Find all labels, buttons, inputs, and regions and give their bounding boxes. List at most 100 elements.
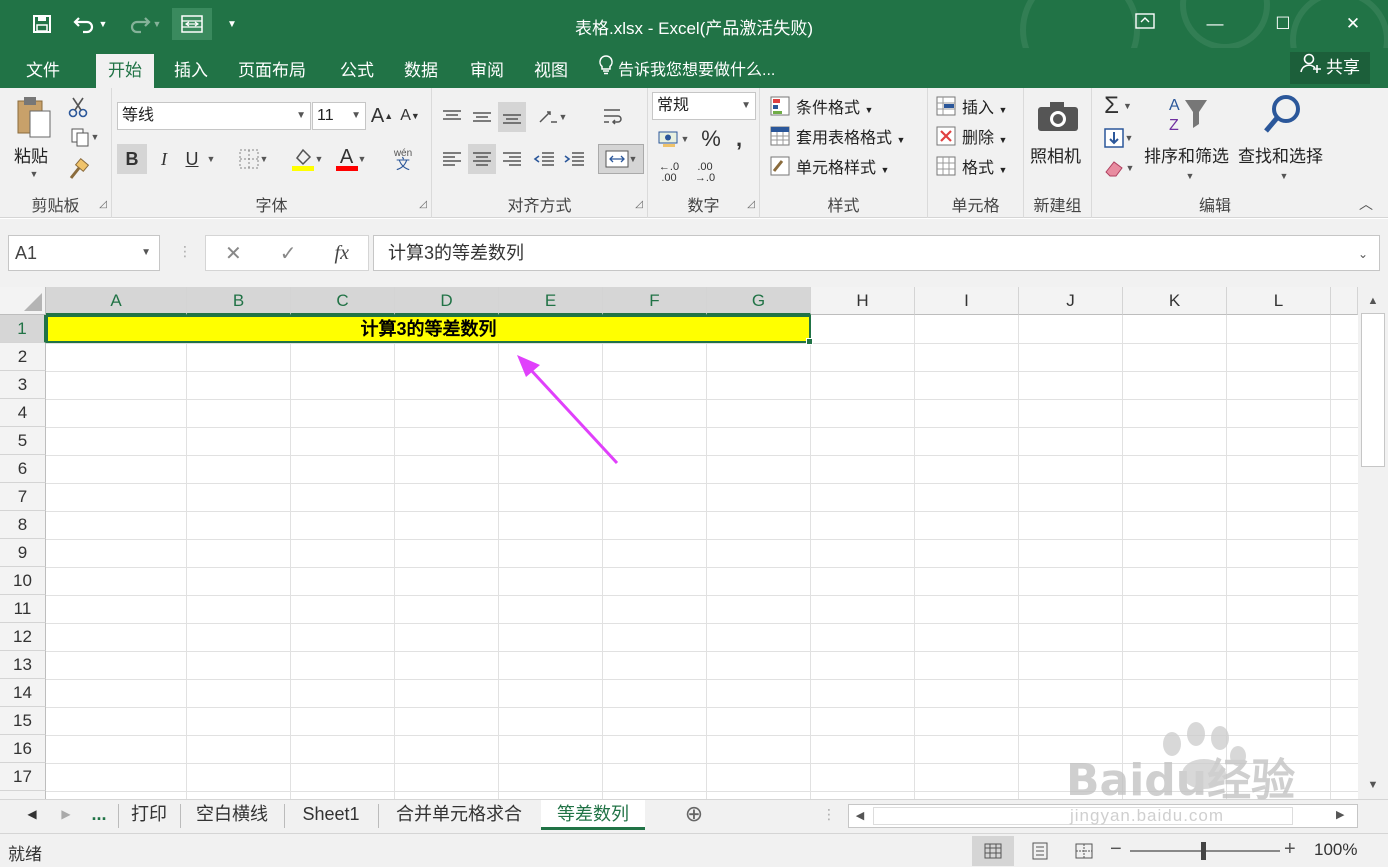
fill-handle[interactable] [806, 338, 813, 345]
alignment-launcher-icon[interactable]: ◿ [635, 199, 643, 210]
conditional-format-button[interactable]: 条件格式 ▼ [796, 94, 873, 118]
autosum-icon[interactable]: Σ ▼ [1098, 92, 1138, 120]
comma-button[interactable]: , [728, 124, 750, 154]
find-select-icon[interactable] [1260, 92, 1306, 136]
camera-icon[interactable] [1034, 96, 1082, 136]
tab-page-layout[interactable]: 页面布局 [226, 54, 318, 88]
column-header[interactable]: D [395, 287, 499, 315]
align-left-icon[interactable] [438, 144, 466, 174]
increase-decimal-button[interactable]: ←.0 .00 [652, 158, 686, 188]
format-as-table-button[interactable]: 套用表格格式 ▼ [796, 124, 905, 148]
share-button[interactable]: 共享 [1290, 52, 1370, 84]
row-header[interactable]: 2 [0, 343, 46, 371]
align-middle-icon[interactable] [468, 102, 496, 132]
more-sheets-button[interactable]: ... [84, 800, 114, 830]
page-break-view-icon[interactable] [1064, 836, 1104, 866]
normal-view-icon[interactable] [972, 836, 1014, 866]
ribbon-display-icon[interactable] [1122, 8, 1168, 40]
sheet-tab-active[interactable]: 等差数列 [541, 800, 645, 830]
splitter-dots-icon[interactable]: ⋮ [178, 243, 192, 260]
format-painter-icon[interactable] [64, 156, 92, 182]
phonetic-icon[interactable]: wén 文 [382, 144, 424, 174]
close-button[interactable]: ✕ [1330, 8, 1376, 40]
align-top-icon[interactable] [438, 102, 466, 132]
name-box[interactable]: A1 ▼ [8, 235, 160, 271]
sort-filter-label[interactable]: 排序和筛选 [1144, 142, 1229, 167]
underline-button[interactable]: U [180, 144, 204, 174]
zoom-in-button[interactable]: + [1284, 838, 1296, 861]
row-header[interactable]: 1 [0, 315, 46, 343]
column-header[interactable]: I [915, 287, 1019, 315]
scroll-left-icon[interactable]: ◀ [849, 805, 871, 827]
merged-cell-a1[interactable]: 计算3的等差数列 [46, 315, 811, 343]
column-header[interactable]: A [46, 287, 187, 315]
font-launcher-icon[interactable]: ◿ [419, 199, 427, 210]
sheet-tab[interactable]: 合并单元格求合 [379, 800, 539, 830]
zoom-level[interactable]: 100% [1314, 840, 1357, 860]
camera-label[interactable]: 照相机 [1030, 142, 1081, 167]
column-header[interactable]: L [1227, 287, 1331, 315]
underline-dropdown-icon[interactable]: ▼ [204, 144, 218, 174]
tab-data[interactable]: 数据 [392, 54, 450, 88]
row-header[interactable]: 11 [0, 595, 46, 623]
paste-label[interactable]: 粘贴 [14, 142, 48, 167]
column-header[interactable]: J [1019, 287, 1123, 315]
accounting-format-icon[interactable]: ▼ [652, 124, 694, 154]
insert-function-icon[interactable]: fx [335, 242, 349, 265]
number-launcher-icon[interactable]: ◿ [747, 199, 755, 210]
grow-font-icon[interactable]: A ▲ [370, 102, 394, 130]
find-select-label[interactable]: 查找和选择 [1238, 142, 1323, 167]
select-all-corner[interactable] [0, 287, 46, 315]
wrap-text-icon[interactable] [598, 102, 628, 132]
scroll-down-icon[interactable]: ▼ [1361, 775, 1385, 795]
font-color-icon[interactable]: A ▼ [330, 144, 372, 174]
column-header[interactable] [1331, 287, 1358, 315]
row-header[interactable]: 5 [0, 427, 46, 455]
paste-icon[interactable] [10, 94, 58, 140]
tab-home[interactable]: 开始 [96, 54, 154, 88]
sheet-tab[interactable]: 打印 [119, 800, 179, 830]
column-header[interactable]: E [499, 287, 603, 315]
bold-button[interactable]: B [117, 144, 147, 174]
shrink-font-icon[interactable]: A ▼ [398, 102, 422, 130]
sheet-tab[interactable]: Sheet1 [285, 800, 377, 830]
column-header[interactable]: H [811, 287, 915, 315]
align-bottom-icon[interactable] [498, 102, 526, 132]
cell-styles-button[interactable]: 单元格样式 ▼ [796, 154, 889, 178]
align-right-icon[interactable] [498, 144, 526, 174]
column-header[interactable]: G [707, 287, 811, 315]
maximize-button[interactable]: ☐ [1260, 8, 1306, 40]
row-header[interactable]: 13 [0, 651, 46, 679]
scroll-right-icon[interactable]: ▶ [54, 800, 78, 830]
merge-center-icon[interactable]: ▼ [598, 144, 644, 174]
column-header[interactable]: F [603, 287, 707, 315]
cancel-icon[interactable]: ✕ [225, 241, 242, 266]
add-sheet-icon[interactable]: ⊕ [680, 800, 708, 830]
sort-filter-icon[interactable]: AZ [1164, 92, 1214, 136]
row-header[interactable]: 9 [0, 539, 46, 567]
scroll-right-icon[interactable]: ▶ [1336, 808, 1344, 821]
increase-indent-icon[interactable] [560, 144, 588, 174]
scroll-thumb[interactable] [1361, 313, 1385, 467]
font-size-select[interactable]: 11 ▼ [312, 102, 366, 130]
decrease-decimal-button[interactable]: .00 →.0 [688, 158, 722, 188]
expand-formula-icon[interactable]: ⌄ [1358, 247, 1368, 261]
sort-dropdown-icon[interactable]: ▼ [1182, 170, 1198, 182]
scroll-up-icon[interactable]: ▲ [1361, 291, 1385, 311]
font-name-select[interactable]: 等线 ▼ [117, 102, 311, 130]
cut-icon[interactable] [64, 94, 92, 120]
fill-icon[interactable]: ▼ [1098, 124, 1138, 152]
fill-color-icon[interactable]: ▼ [286, 144, 328, 174]
row-header[interactable] [0, 791, 46, 799]
clear-eraser-icon[interactable]: ▼ [1098, 154, 1138, 182]
enter-icon[interactable]: ✓ [280, 241, 297, 266]
align-center-icon[interactable] [468, 144, 496, 174]
page-layout-view-icon[interactable] [1020, 836, 1060, 866]
tab-insert[interactable]: 插入 [162, 54, 220, 88]
tab-view[interactable]: 视图 [522, 54, 580, 88]
row-header[interactable]: 4 [0, 399, 46, 427]
row-header[interactable]: 6 [0, 455, 46, 483]
row-header[interactable]: 3 [0, 371, 46, 399]
row-header[interactable]: 10 [0, 567, 46, 595]
paste-dropdown-icon[interactable]: ▼ [28, 168, 40, 180]
